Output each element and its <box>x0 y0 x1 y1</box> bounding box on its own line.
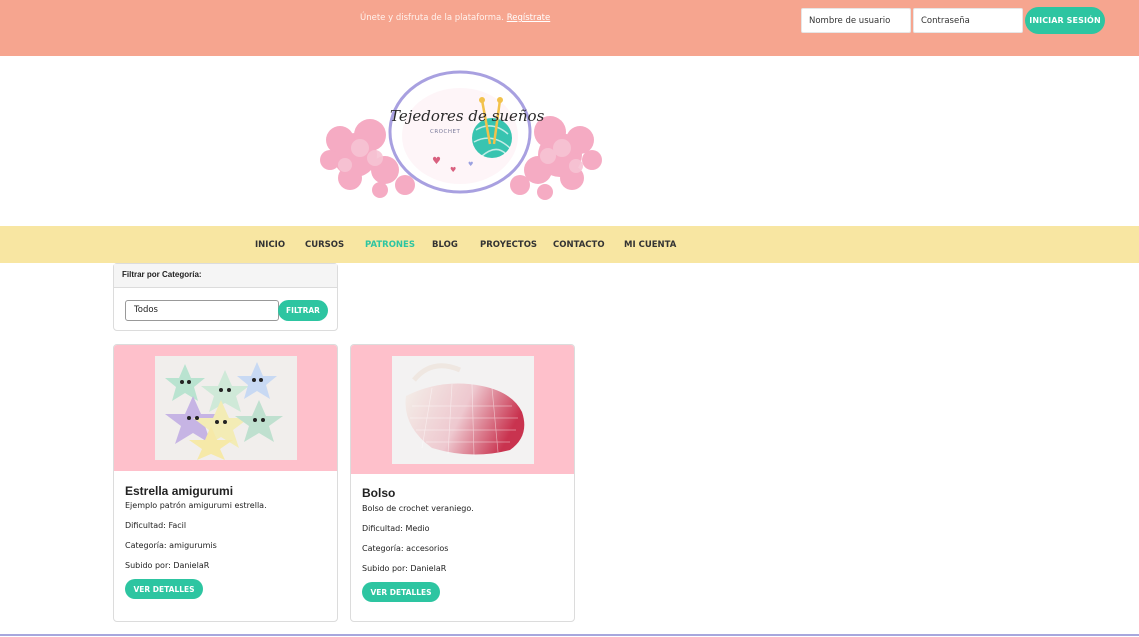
svg-text:♥: ♥ <box>468 161 473 168</box>
nav-item-blog[interactable]: BLOG <box>432 240 458 250</box>
category-select-value: Todos <box>134 305 158 315</box>
top-bar: Únete y disfruta de la plataforma. Regís… <box>0 0 1139 56</box>
card-difficulty: Dificultad: Medio <box>362 524 430 533</box>
card-title: Estrella amigurumi <box>125 484 234 498</box>
logo-title: Tejedores de sueños <box>390 107 545 125</box>
card-image-area <box>351 345 574 474</box>
view-details-button[interactable]: VER DETALLES <box>125 579 203 599</box>
nav-item-mi-cuenta[interactable]: MI CUENTA <box>624 240 676 250</box>
svg-text:♥: ♥ <box>450 166 456 174</box>
card-uploader: Subido por: DanielaR <box>362 564 447 573</box>
amigurumi-stars-image <box>155 356 297 460</box>
svg-text:♥: ♥ <box>432 156 441 167</box>
card-image-bag[interactable] <box>392 356 534 464</box>
filter-button[interactable]: FILTRAR <box>278 300 328 321</box>
crochet-bag-image <box>392 356 534 464</box>
username-input[interactable] <box>801 8 911 33</box>
nav-item-contacto[interactable]: CONTACTO <box>553 240 605 250</box>
password-input[interactable] <box>913 8 1023 33</box>
nav-item-cursos[interactable]: CURSOS <box>305 240 344 250</box>
nav-item-proyectos[interactable]: PROYECTOS <box>480 240 537 250</box>
card-description: Ejemplo patrón amigurumi estrella. <box>125 501 267 510</box>
logo-graphic: ♥ ♥ ♥ <box>320 70 602 200</box>
nav-item-patrones[interactable]: PATRONES <box>365 240 415 250</box>
pattern-card: Bolso Bolso de crochet veraniego. Dificu… <box>350 344 575 622</box>
card-uploader: Subido por: DanielaR <box>125 561 210 570</box>
card-difficulty: Dificultad: Facil <box>125 521 187 530</box>
category-select[interactable]: Todos <box>125 300 279 321</box>
card-description: Bolso de crochet veraniego. <box>362 504 474 513</box>
filter-heading: Filtrar por Categoría: <box>114 264 337 288</box>
card-title: Bolso <box>362 486 396 500</box>
main-nav: INICIO CURSOS PATRONES BLOG PROYECTOS CO… <box>0 226 1139 263</box>
card-category: Categoría: amigurumis <box>125 541 217 550</box>
nav-item-inicio[interactable]: INICIO <box>255 240 285 250</box>
logo-subtitle: CROCHET <box>430 129 461 135</box>
view-details-button[interactable]: VER DETALLES <box>362 582 440 602</box>
card-category: Categoría: accesorios <box>362 544 449 553</box>
site-logo[interactable]: ♥ ♥ ♥ Tejedores de sueños CROCHET <box>310 60 610 225</box>
signup-message: Únete y disfruta de la plataforma. Regís… <box>360 13 550 23</box>
login-button[interactable]: INICIAR SESIÓN <box>1025 7 1105 34</box>
signup-text: Únete y disfruta de la plataforma. <box>360 13 504 23</box>
pattern-card: Estrella amigurumi Ejemplo patrón amigur… <box>113 344 338 622</box>
footer-divider <box>0 634 1139 636</box>
category-filter: Filtrar por Categoría: Todos FILTRAR <box>113 263 338 331</box>
register-link[interactable]: Regístrate <box>507 13 551 23</box>
card-image-area <box>114 345 337 471</box>
card-image-stars[interactable] <box>155 356 297 460</box>
